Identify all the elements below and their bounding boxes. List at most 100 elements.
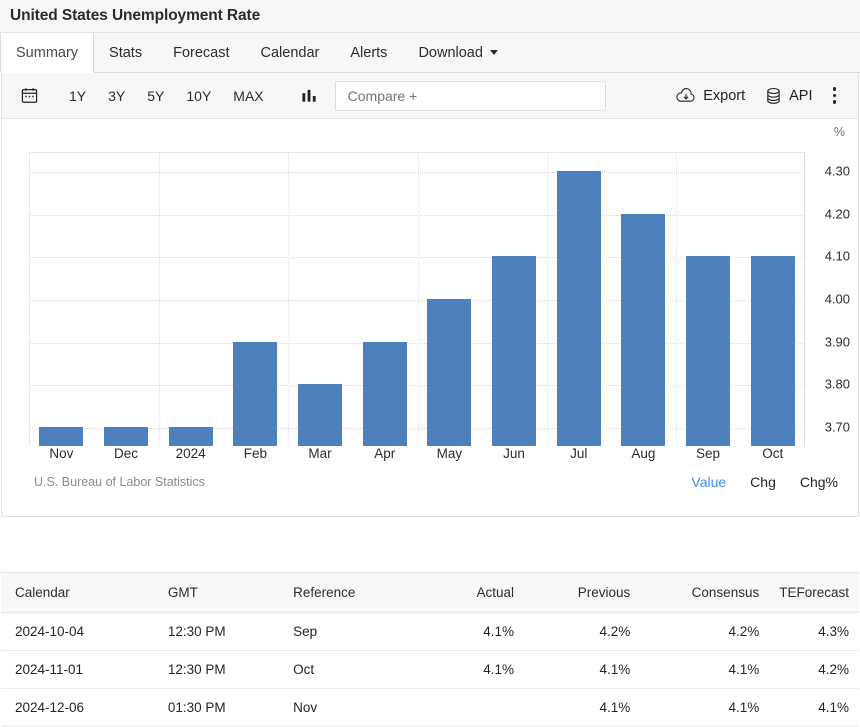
range-button-5y[interactable]: 5Y [138, 84, 173, 108]
bar[interactable] [298, 384, 342, 446]
bar[interactable] [39, 427, 83, 446]
x-axis-tick-label: Jul [546, 446, 611, 461]
chart-footer: U.S. Bureau of Labor Statistics ValueChg… [2, 474, 858, 490]
tab-label: Calendar [261, 45, 320, 61]
bar-slot [94, 152, 159, 446]
table-header-actual: Actual [417, 573, 524, 613]
x-axis-tick-label: Apr [352, 446, 417, 461]
x-axis-tick-label: Oct [740, 446, 805, 461]
tab-calendar[interactable]: Calendar [246, 33, 336, 72]
export-label: Export [703, 88, 745, 104]
y-axis-tick-label: 3.80 [825, 377, 850, 392]
table-header-calendar: Calendar [1, 573, 158, 613]
bar[interactable] [104, 427, 148, 446]
tab-label: Summary [16, 45, 78, 61]
calendar-table: CalendarGMTReferenceActualPreviousConsen… [1, 573, 859, 727]
tab-label: Forecast [173, 45, 229, 61]
x-axis-tick-label: Feb [223, 446, 288, 461]
database-icon [765, 87, 782, 105]
table-cell-teforecast: 4.1% [769, 689, 859, 727]
toggle-value[interactable]: Value [691, 474, 726, 490]
table-header-gmt: GMT [158, 573, 283, 613]
bar-slot [676, 152, 741, 446]
bar-slot [740, 152, 805, 446]
x-axis-tick-label: Nov [29, 446, 94, 461]
table-cell-previous: 4.1% [524, 689, 640, 727]
range-button-1y[interactable]: 1Y [60, 84, 95, 108]
api-label: API [789, 88, 812, 104]
range-button-3y[interactable]: 3Y [99, 84, 134, 108]
x-axis-tick-label: Sep [676, 446, 741, 461]
bar[interactable] [492, 256, 536, 446]
table-cell-actual [417, 689, 524, 727]
tab-download[interactable]: Download [403, 33, 514, 72]
y-axis-tick-label: 4.10 [825, 249, 850, 264]
toolbar-actions: Export API [666, 81, 846, 110]
bar[interactable] [557, 171, 601, 446]
x-axis-tick-label: May [417, 446, 482, 461]
y-axis-tick-label: 4.00 [825, 292, 850, 307]
bar-series [29, 152, 805, 446]
table-cell-consensus: 4.1% [640, 689, 769, 727]
table-cell-consensus: 4.2% [640, 613, 769, 651]
range-button-10y[interactable]: 10Y [177, 84, 220, 108]
table-cell-actual: 4.1% [417, 613, 524, 651]
table-cell-previous: 4.2% [524, 613, 640, 651]
table-cell-teforecast: 4.3% [769, 613, 859, 651]
tab-label: Download [418, 45, 483, 61]
section-spacer [0, 517, 860, 572]
kebab-menu-icon[interactable] [823, 81, 847, 110]
compare-input-box[interactable] [335, 81, 606, 111]
bar[interactable] [363, 342, 407, 446]
bar-slot [546, 152, 611, 446]
x-axis-tick-label: Mar [288, 446, 353, 461]
table-cell-actual: 4.1% [417, 651, 524, 689]
export-button[interactable]: Export [666, 84, 755, 108]
toggle-chg[interactable]: Chg [750, 474, 776, 490]
tab-forecast[interactable]: Forecast [158, 33, 245, 72]
table-header-consensus: Consensus [640, 573, 769, 613]
bar-slot [288, 152, 353, 446]
table-cell-reference: Nov [283, 689, 417, 727]
bar-slot [29, 152, 94, 446]
bar[interactable] [233, 342, 277, 446]
bar-slot [352, 152, 417, 446]
page-title: United States Unemployment Rate [10, 7, 260, 25]
range-button-max[interactable]: MAX [224, 84, 272, 108]
table-row[interactable]: 2024-12-0601:30 PMNov4.1%4.1%4.1% [1, 689, 859, 727]
y-axis-tick-label: 4.20 [825, 206, 850, 221]
table-cell-gmt: 12:30 PM [158, 613, 283, 651]
bar[interactable] [751, 256, 795, 446]
tab-summary[interactable]: Summary [0, 33, 94, 73]
y-axis-tick-label: 4.30 [825, 164, 850, 179]
x-axis-tick-label: Dec [94, 446, 159, 461]
bar[interactable] [621, 214, 665, 446]
bar-chart-icon[interactable] [295, 82, 325, 110]
table-row[interactable]: 2024-11-0112:30 PMOct4.1%4.1%4.1%4.2% [1, 651, 859, 689]
bar-slot [158, 152, 223, 446]
chart-card: 1Y3Y5Y10YMAX Export [1, 73, 859, 517]
x-axis-labels: NovDec2024FebMarAprMayJunJulAugSepOct [29, 446, 805, 461]
compare-input[interactable] [346, 87, 595, 105]
bar-slot [611, 152, 676, 446]
bar[interactable] [427, 299, 471, 446]
y-axis-unit-label: % [834, 125, 845, 139]
table-cell-previous: 4.1% [524, 651, 640, 689]
bar[interactable] [686, 256, 730, 446]
api-button[interactable]: API [755, 83, 822, 109]
series-mode-toggles: Value Chg Chg% [691, 474, 838, 490]
table-row[interactable]: 2024-10-0412:30 PMSep4.1%4.2%4.2%4.3% [1, 613, 859, 651]
bar[interactable] [169, 427, 213, 446]
bar-slot [482, 152, 547, 446]
chart-toolbar: 1Y3Y5Y10YMAX Export [2, 73, 858, 119]
x-axis-tick-label: 2024 [158, 446, 223, 461]
tab-stats[interactable]: Stats [94, 33, 158, 72]
tab-alerts[interactable]: Alerts [335, 33, 403, 72]
x-axis-tick-label: Jun [482, 446, 547, 461]
calendar-icon[interactable] [14, 82, 44, 110]
toggle-chg-pct[interactable]: Chg% [800, 474, 838, 490]
x-axis-tick-label: Aug [611, 446, 676, 461]
table-cell-calendar: 2024-10-04 [1, 613, 158, 651]
table-cell-reference: Oct [283, 651, 417, 689]
bar-slot [223, 152, 288, 446]
